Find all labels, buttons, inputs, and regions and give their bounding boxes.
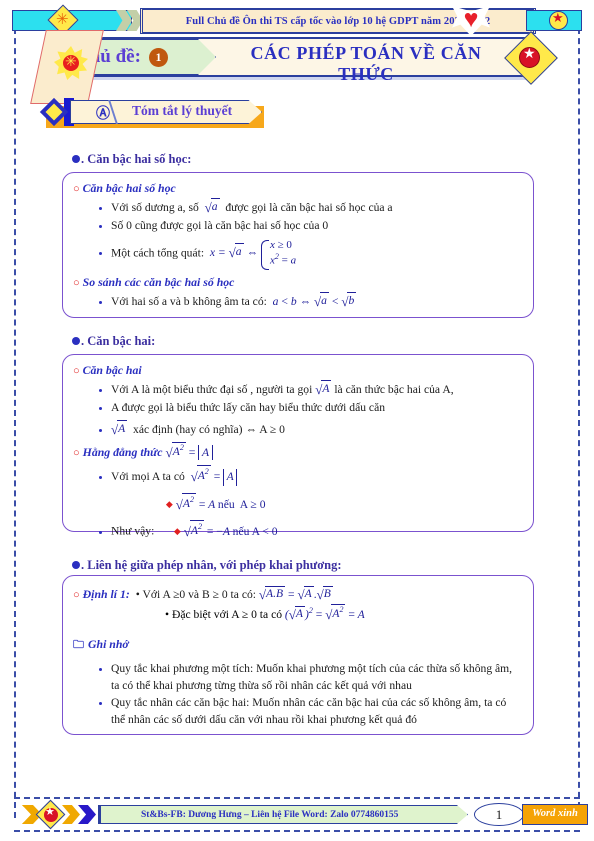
page-frame-right [578,18,580,818]
math-general-form: x = √a ⇔ [209,243,259,261]
list-item: A được gọi là biểu thức lấy căn hay biểu… [111,400,523,417]
math-case-negative: ◆ √A2 = −A nếu A < 0 [173,519,278,539]
list-item: Một cách tổng quát: x = √a ⇔ x ≥ 0 x2 = … [111,238,523,270]
block-title-3a: ○ Định lí 1: • Với A ≥0 và B ≥ 0 ta có: √… [73,586,523,602]
math-abs-A-2: A [223,469,238,487]
ring-marker-icon: ○ [73,447,80,460]
block-title-1b-text: So sánh các căn bậc hai số học [82,274,235,289]
list-2b: Với mọi A ta có √A2 = A Như vậy: ◆ √A2 =… [73,465,523,540]
ring-marker-icon: ○ [73,183,80,195]
document-page: ✳ Full Chủ đề Ôn thi TS cấp tốc vào lớp … [0,0,594,841]
theorem-line-1: • Với A ≥0 và B ≥ 0 ta có: √A.B = √A .√B [132,586,333,602]
block-title-3a-text: Định lí 1: [82,587,130,601]
math-identity-title: √A2 = A [165,442,213,461]
heading-dot-icon [72,155,80,163]
math-compare: a < b ⇔ √a < √b [272,291,357,309]
heart-icon: ♥ [463,6,479,33]
title-number-badge: 1 [149,48,168,67]
title-right-star-icon [519,46,540,68]
block-title-1a: ○ Căn bậc hai số học [73,181,523,196]
footer-bar: St&Bs-FB: Dương Hưng – Liên hệ File Word… [22,799,588,830]
math-case-1: x ≥ 0 [269,238,292,251]
footer-credit-band: St&Bs-FB: Dương Hưng – Liên hệ File Word… [98,805,468,824]
page-number: 1 [474,803,524,826]
heading-dot-icon [72,337,80,345]
section-heading-2: . Căn bậc hai: [72,334,155,349]
list-3b: Quy tắc khai phương một tích: Muốn khai … [73,661,523,729]
math-sqrt-A: √A [315,380,332,397]
math-sqrt-A-2: √A [111,419,128,437]
content-box-2: ○Căn bậc hai Với A là một biểu thức đại … [62,354,534,539]
page-frame-bottom [14,830,580,832]
list-item: Số 0 cũng được gọi là căn bậc hai số học… [111,218,523,235]
list-item: Như vậy: ◆ √A2 = A nếu A ≥ 0 ◆ √A2 = −A … [111,493,523,540]
list-item: Với A là một biểu thức đại số , người ta… [111,380,523,399]
ring-marker-icon: ○ [73,589,80,601]
title-banner: Chủ đề: 1 CÁC PHÉP TOÁN VỀ CĂN THỨC [30,30,558,104]
block-title-1a-text: Căn bậc hai số học [82,181,176,195]
section-a-letter: Ⓐ [96,107,110,122]
block-title-2b: ○ Hằng đẳng thức √A2 = A [73,442,523,461]
page-title: CÁC PHÉP TOÁN VỀ CĂN THỨC [250,43,482,84]
section-heading-1: . Căn bậc hai số học: [72,152,191,167]
list-item: √A xác định (hay có nghĩa) ⇔ A ≥ 0 [111,419,523,439]
list-item: Với hai số a và b không âm ta có: a < b … [111,291,523,311]
list-1a: Với số dương a, số √a được gọi là căn bậ… [73,198,523,270]
page-frame-footer-divider [14,797,580,799]
word-xinh-badge: Word xinh [522,804,588,825]
block-title-2a: ○ Căn bậc hai [73,363,523,378]
title-sun-icon [54,46,88,80]
math-cases: x ≥ 0 x2 = a [260,238,297,270]
header-banner-text: Full Chủ đề Ôn thi TS cấp tốc vào lớp 10… [185,15,491,27]
red-bullet-icon: ◆ [165,498,173,509]
section-a-header: Ⓐ Tóm tắt lý thuyết [39,97,270,128]
content-box-1: ○Căn bậc hai số học Với số dương a, số √… [62,172,534,318]
theorem-line-2: • Đặc biệt với A ≥ 0 ta có (√A)2 = √A2 =… [165,604,365,622]
heading-dot-icon [72,561,80,569]
section-heading-2-text: . Căn bậc hai: [81,334,156,348]
math-abs-A: A [198,445,213,461]
list-item: Với số dương a, số √a được gọi là căn bậ… [111,198,523,217]
math-case-2: x2 = a [269,252,297,268]
footer-credit-text: St&Bs-FB: Dương Hưng – Liên hệ File Word… [141,809,399,820]
block-title-3b: 🗀 Ghi nhớ [73,636,523,655]
block-title-3b-text: Ghi nhớ [88,636,129,651]
block-title-2b-text: Hằng đẳng thức [82,445,163,460]
list-1b: Với hai số a và b không âm ta có: a < b … [73,291,523,311]
section-a-label: Tóm tắt lý thuyết [132,103,233,118]
math-identity: √A2 = A [191,465,238,487]
sunburst-icon: ✳ [56,12,69,28]
ring-marker-icon: ○ [73,276,80,289]
math-sqrt-a: √a [204,198,220,215]
list-item: Quy tắc nhân các căn bậc hai: Muốn nhân … [111,695,523,729]
footer-arrow-3 [78,805,96,824]
folder-icon: 🗀 [73,638,84,651]
list-item: Với mọi A ta có √A2 = A [111,465,523,487]
footer-star-icon [44,805,58,822]
list-2a: Với A là một biểu thức đại số , người ta… [73,380,523,438]
section-heading-3-text: . Liên hệ giữa phép nhân, với phép khai … [81,558,342,572]
math-cases-group: ◆ √A2 = A nếu A ≥ 0 ◆ √A2 = −A nếu A < 0 [165,493,278,540]
block-title-1b: ○ So sánh các căn bậc hai số học [73,275,523,290]
ring-marker-icon: ○ [73,365,80,377]
sun-core [61,53,81,73]
page-frame-left [14,18,16,818]
red-bullet-icon: ◆ [173,525,181,536]
section-heading-1-text: . Căn bậc hai số học: [81,152,192,166]
block-title-2a-text: Căn bậc hai [82,363,142,377]
list-item: Quy tắc khai phương một tích: Muốn khai … [111,661,523,695]
flower-star-icon [549,10,568,30]
content-box-3: ○ Định lí 1: • Với A ≥0 và B ≥ 0 ta có: √… [62,575,534,735]
section-heading-3: . Liên hệ giữa phép nhân, với phép khai … [72,558,342,573]
math-case-positive: ◆ √A2 = A nếu A ≥ 0 [165,493,266,512]
